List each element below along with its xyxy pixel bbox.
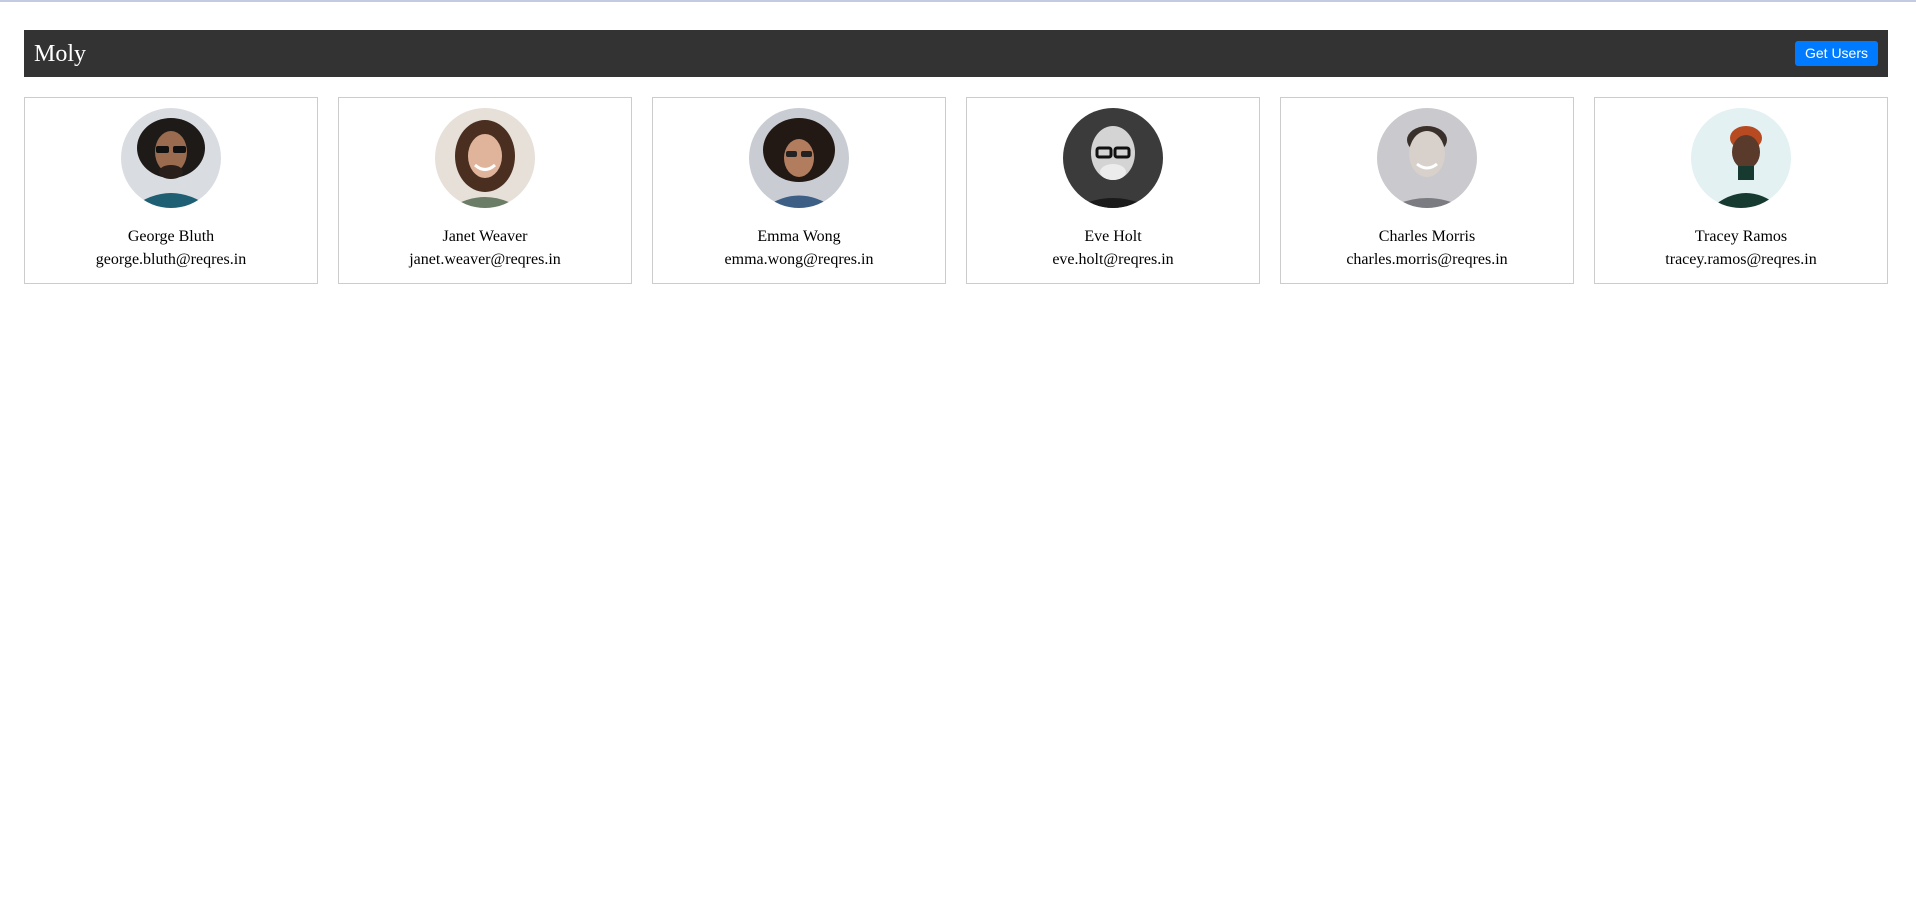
user-name: Eve Holt [1084, 228, 1142, 245]
user-email: charles.morris@reqres.in [1346, 251, 1508, 268]
get-users-button[interactable]: Get Users [1794, 41, 1878, 66]
user-card-grid: George Bluth george.bluth@reqres.in Jane… [24, 97, 1888, 284]
user-name: Emma Wong [757, 228, 841, 245]
avatar [749, 108, 849, 208]
user-name: Charles Morris [1378, 228, 1476, 245]
user-card: Eve Holt eve.holt@reqres.in [966, 97, 1260, 284]
avatar [121, 108, 221, 208]
navbar: Moly Get Users [24, 30, 1888, 77]
user-name: Tracey Ramos [1694, 228, 1788, 245]
user-card: Emma Wong emma.wong@reqres.in [652, 97, 946, 284]
avatar [1377, 108, 1477, 208]
avatar [1063, 108, 1163, 208]
user-email: eve.holt@reqres.in [1052, 251, 1174, 268]
avatar [435, 108, 535, 208]
user-card: George Bluth george.bluth@reqres.in [24, 97, 318, 284]
user-email: george.bluth@reqres.in [95, 251, 247, 268]
user-name: Janet Weaver [442, 228, 528, 245]
page-container: Moly Get Users George Bluth george.bluth… [24, 30, 1888, 284]
user-name: George Bluth [127, 228, 215, 245]
avatar [1691, 108, 1791, 208]
top-border-line [0, 0, 1916, 2]
user-email: emma.wong@reqres.in [724, 251, 874, 268]
user-card: Janet Weaver janet.weaver@reqres.in [338, 97, 632, 284]
user-card: Tracey Ramos tracey.ramos@reqres.in [1594, 97, 1888, 284]
user-card: Charles Morris charles.morris@reqres.in [1280, 97, 1574, 284]
user-email: tracey.ramos@reqres.in [1665, 251, 1817, 268]
user-email: janet.weaver@reqres.in [409, 251, 561, 268]
brand-title: Moly [34, 40, 87, 67]
